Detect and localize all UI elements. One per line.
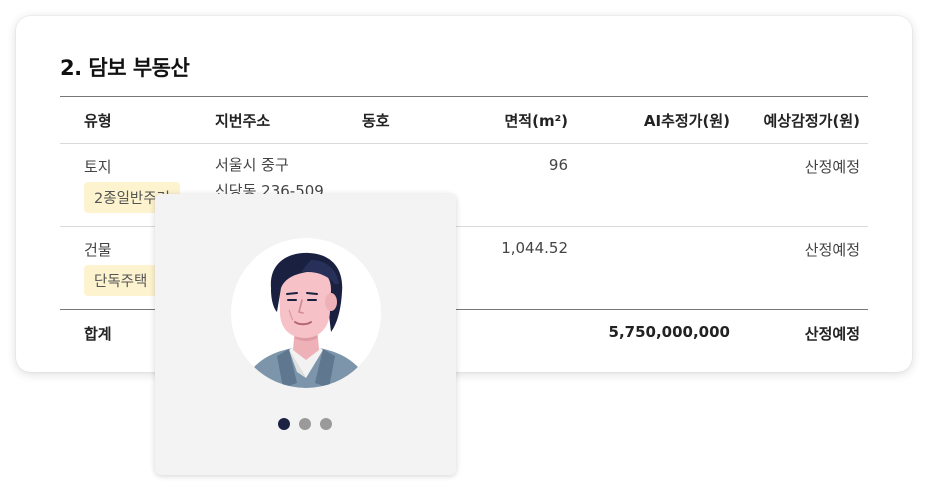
carousel-dot-2[interactable] bbox=[299, 418, 311, 430]
address-line-1: 서울시 중구 bbox=[215, 156, 289, 174]
building-type-badge: 단독주택 bbox=[84, 265, 158, 296]
row-type: 토지 bbox=[84, 158, 112, 176]
section-title: 2. 담보 부동산 bbox=[60, 56, 190, 80]
total-ai-price: 5,750,000,000 bbox=[608, 323, 730, 341]
header-unit: 동호 bbox=[362, 112, 390, 130]
header-ai-price: AI추정가(원) bbox=[643, 112, 730, 130]
row-type: 건물 bbox=[84, 241, 112, 259]
carousel-dot-1[interactable] bbox=[278, 418, 290, 430]
carousel-indicator bbox=[278, 418, 332, 430]
row-area: 96 bbox=[548, 156, 568, 174]
total-label: 합계 bbox=[84, 325, 112, 343]
person-avatar-icon bbox=[231, 238, 381, 388]
header-appraisal: 예상감정가(원) bbox=[763, 112, 860, 130]
profile-popup bbox=[155, 194, 456, 475]
total-appraisal: 산정예정 bbox=[804, 325, 860, 343]
row-appraisal: 산정예정 bbox=[804, 158, 860, 176]
row-area: 1,044.52 bbox=[501, 239, 568, 257]
header-area: 면적(m²) bbox=[504, 112, 568, 130]
header-address: 지번주소 bbox=[215, 112, 271, 130]
row-appraisal: 산정예정 bbox=[804, 241, 860, 259]
collateral-card: 2. 담보 부동산 유형 지번주소 동호 면적(m²) AI추정가(원) 예상감… bbox=[16, 16, 912, 372]
header-type: 유형 bbox=[84, 112, 112, 130]
table-header-row: 유형 지번주소 동호 면적(m²) AI추정가(원) 예상감정가(원) bbox=[60, 96, 868, 144]
carousel-dot-3[interactable] bbox=[320, 418, 332, 430]
